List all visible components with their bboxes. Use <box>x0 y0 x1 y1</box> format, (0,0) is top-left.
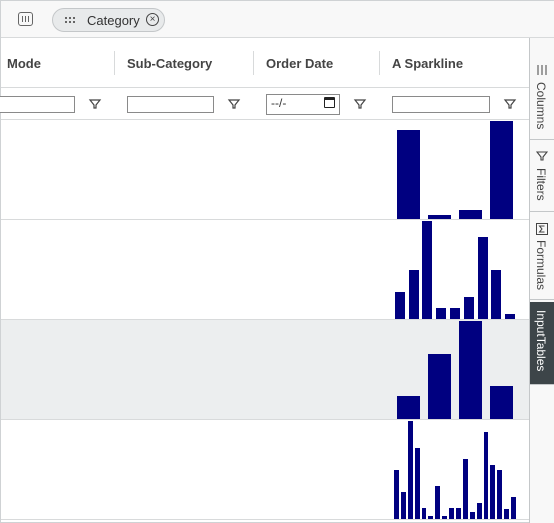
sparkline-bar <box>455 508 461 519</box>
sparkline-bar <box>505 313 516 319</box>
calendar-icon[interactable] <box>324 97 335 108</box>
funnel-icon[interactable] <box>88 97 102 111</box>
tab-filters[interactable]: Filters <box>530 140 554 212</box>
sparkline-bar <box>407 421 413 519</box>
drag-grip-icon[interactable] <box>65 17 77 23</box>
sparkline-bar <box>459 210 482 219</box>
tab-label: Formulas <box>534 240 548 291</box>
sparkline-bar <box>421 508 427 519</box>
sparkline-bar <box>459 321 482 419</box>
tab-inputtables[interactable]: InputTables <box>530 302 554 385</box>
sparkline-bar <box>397 129 420 219</box>
sparkline-bar <box>428 214 451 219</box>
header-label: Sub-Category <box>127 56 213 71</box>
sparkline-bar <box>490 385 513 419</box>
sparkline-bar <box>450 308 460 319</box>
funnel-icon[interactable] <box>503 97 517 111</box>
sparkline-bar <box>414 448 420 519</box>
sparkline-bar <box>477 237 488 319</box>
tab-label: InputTables <box>534 310 548 372</box>
group-chip-label: Category <box>87 13 140 28</box>
tab-label: Columns <box>534 82 548 130</box>
sparkline-bar <box>490 464 496 519</box>
table-row[interactable] <box>1 320 529 420</box>
sigma-icon <box>536 223 548 235</box>
sparkline-bar <box>469 512 475 519</box>
sparkline-bar <box>504 508 510 519</box>
filter-icon <box>536 151 548 161</box>
sparkline-bar <box>428 354 451 419</box>
tab-columns[interactable]: Columns <box>530 52 554 140</box>
sparkline-bar <box>393 470 399 519</box>
header-order-date[interactable]: Order Date <box>254 38 379 88</box>
sparkline-bar <box>442 515 448 519</box>
remove-circle-x-icon[interactable]: × <box>146 13 159 26</box>
sparkline-bar <box>408 270 419 319</box>
sparkline-bar <box>400 491 406 519</box>
group-chip-category[interactable]: Category × <box>52 8 165 32</box>
table-row[interactable] <box>1 420 529 520</box>
header-label: A Sparkline <box>392 56 464 71</box>
table-row[interactable] <box>1 120 529 220</box>
sparkline-bar <box>436 308 447 319</box>
sparkline-filter-input[interactable] <box>392 96 490 113</box>
funnel-icon[interactable] <box>227 97 241 111</box>
mode-filter-input[interactable] <box>0 96 75 113</box>
header-sub-category[interactable]: Sub-Category <box>115 38 253 88</box>
sparkline-bar <box>422 221 433 319</box>
sparkline-bar <box>476 502 482 519</box>
sparkline-bar <box>397 396 420 419</box>
table-row[interactable] <box>1 220 529 320</box>
group-panel-icon <box>18 12 33 26</box>
header-label: Order Date <box>266 56 334 71</box>
sparkline-bar <box>483 431 489 519</box>
data-grid: Category × Mode Sub-Category Order Date … <box>0 0 554 523</box>
header-label: Mode <box>7 56 41 71</box>
header-a-sparkline[interactable]: A Sparkline <box>380 38 529 88</box>
sparkline-bar <box>462 459 468 519</box>
sparkline-bar <box>511 497 517 519</box>
sparkline-bar <box>394 291 405 319</box>
tab-label: Filters <box>534 168 548 201</box>
row-group-panel: Category × <box>1 1 554 38</box>
sparkline-bar <box>490 121 513 219</box>
tab-formulas[interactable]: Formulas <box>530 212 554 300</box>
header-mode[interactable]: Mode <box>0 38 115 88</box>
sparkline-bar <box>449 508 455 519</box>
sparkline-bar <box>497 470 503 519</box>
floating-filter-row: --/- <box>0 88 529 120</box>
sparkline-bar <box>435 486 441 519</box>
side-panel-tabs: Columns Filters Formulas InputTables <box>529 38 554 523</box>
sub-category-filter-input[interactable] <box>127 96 214 113</box>
column-header-row: Mode Sub-Category Order Date A Sparkline <box>1 38 529 88</box>
sparkline-bar <box>463 297 474 319</box>
funnel-icon[interactable] <box>353 97 367 111</box>
columns-icon <box>537 65 547 75</box>
sparkline-bar <box>491 270 502 319</box>
order-date-filter-input[interactable]: --/- <box>266 94 340 115</box>
date-placeholder: --/- <box>271 96 287 110</box>
sparkline-bar <box>428 515 434 519</box>
